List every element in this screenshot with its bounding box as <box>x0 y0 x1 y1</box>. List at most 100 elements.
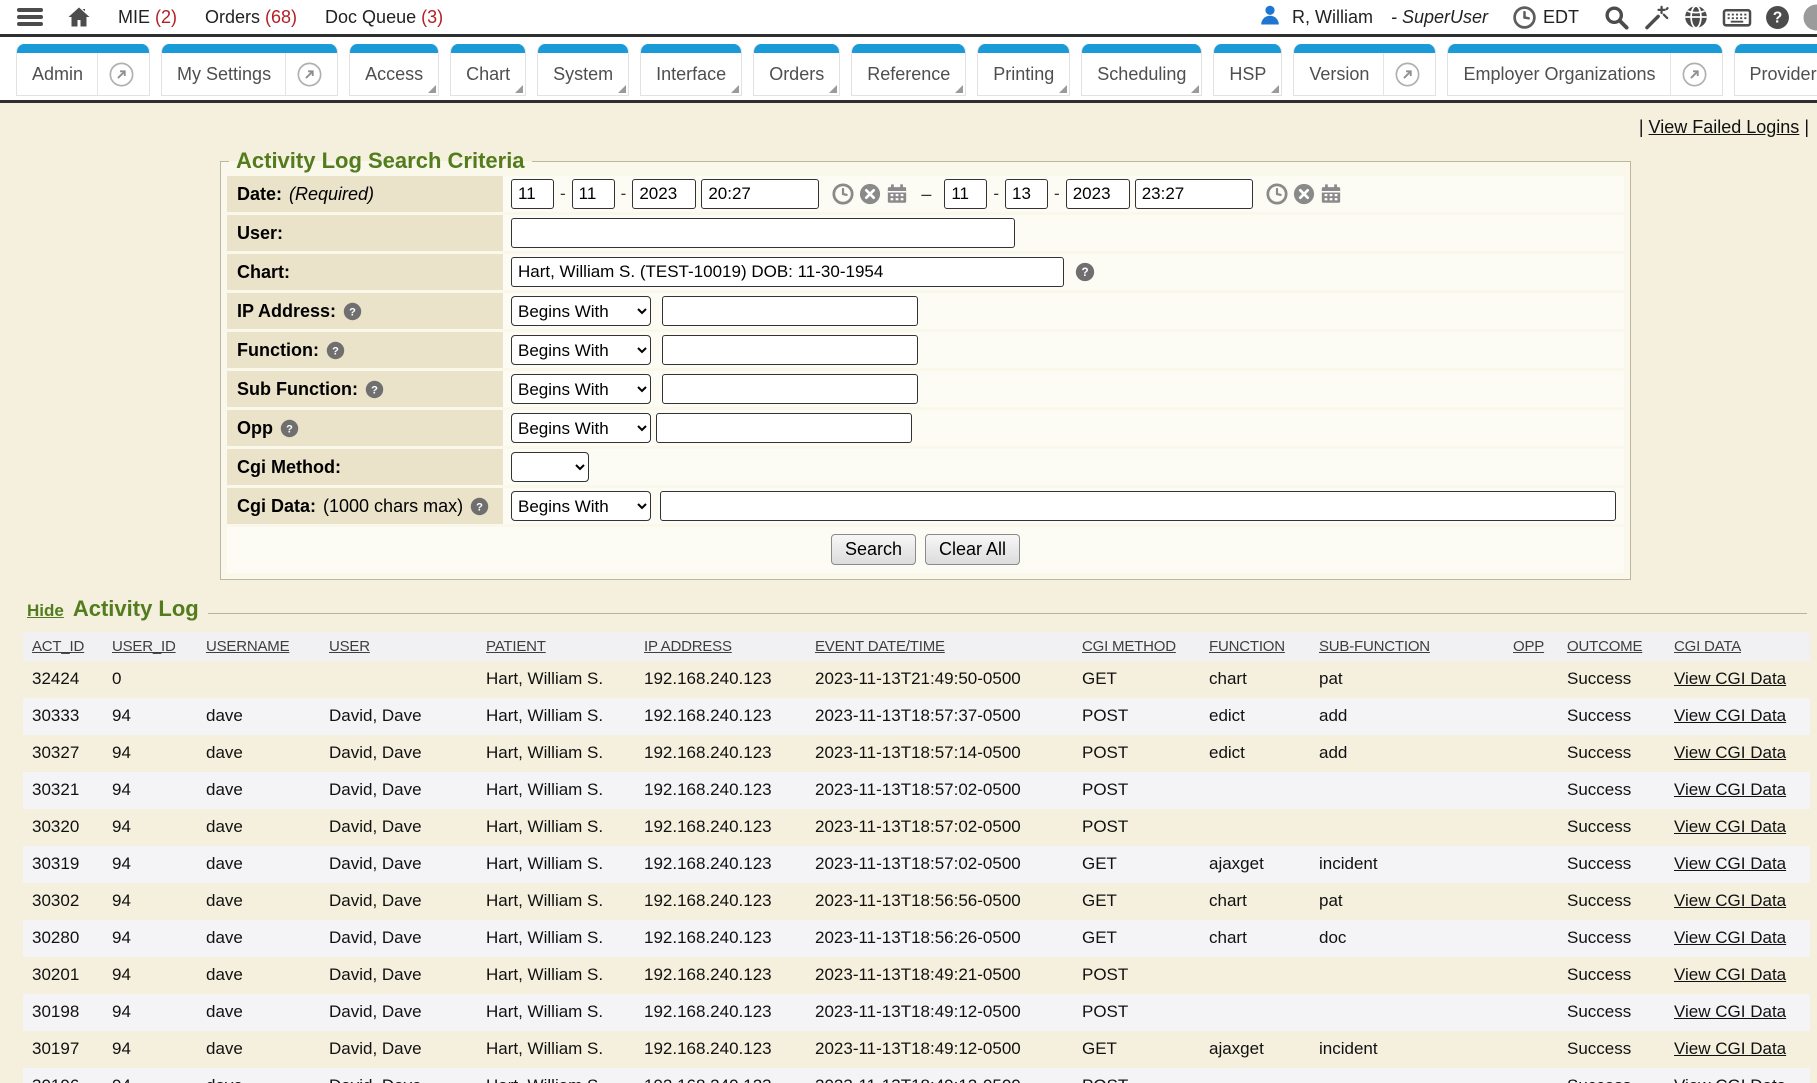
hamburger-menu-icon[interactable] <box>16 5 44 29</box>
table-row: 30320 94 dave David, Dave Hart, William … <box>23 809 1810 846</box>
help-icon[interactable]: ? <box>343 302 362 321</box>
column-header[interactable]: EVENT DATE/TIME <box>815 638 945 655</box>
view-cgi-data-link[interactable]: View CGI Data <box>1674 965 1786 984</box>
user-input[interactable] <box>511 218 1015 248</box>
column-header[interactable]: SUB-FUNCTION <box>1319 638 1430 655</box>
view-cgi-data-link[interactable]: View CGI Data <box>1674 669 1786 688</box>
tab-printing[interactable]: Printing <box>977 44 1070 96</box>
tab-admin[interactable]: Admin <box>16 44 150 96</box>
tab-system[interactable]: System <box>537 44 629 96</box>
view-cgi-data-link[interactable]: View CGI Data <box>1674 743 1786 762</box>
tab-access[interactable]: Access <box>349 44 439 96</box>
hide-link[interactable]: Hide <box>27 601 64 621</box>
cgi-method-select[interactable] <box>511 452 589 482</box>
clear-date-icon[interactable] <box>1293 183 1315 205</box>
wand-icon[interactable] <box>1643 4 1670 31</box>
clear-all-button[interactable]: Clear All <box>925 534 1020 565</box>
help-icon[interactable]: ? <box>470 497 489 516</box>
home-icon[interactable] <box>66 5 92 29</box>
avatar-circle[interactable] <box>1803 4 1817 31</box>
function-input[interactable] <box>662 335 918 365</box>
nav-doc-queue[interactable]: Doc Queue (3) <box>325 7 443 28</box>
cell-outcome: Success <box>1567 735 1674 772</box>
help-icon[interactable]: ? <box>1765 5 1790 30</box>
sub-function-input[interactable] <box>662 374 918 404</box>
date-to-day-input[interactable] <box>1005 179 1048 209</box>
column-header[interactable]: USER_ID <box>112 638 176 655</box>
tab-interface[interactable]: Interface <box>640 44 742 96</box>
search-button[interactable]: Search <box>831 534 916 565</box>
cell-cgi-method: GET <box>1082 661 1209 698</box>
opp-input[interactable] <box>656 413 912 443</box>
column-header[interactable]: USER <box>329 638 370 655</box>
time-picker-icon[interactable] <box>832 183 854 205</box>
help-icon[interactable]: ? <box>280 419 299 438</box>
cgi-data-match-select[interactable]: Begins With <box>511 491 651 521</box>
view-cgi-data-link[interactable]: View CGI Data <box>1674 1039 1786 1058</box>
cell-ip-address: 192.168.240.123 <box>644 735 815 772</box>
calendar-icon[interactable] <box>886 183 908 205</box>
help-icon[interactable]: ? <box>326 341 345 360</box>
view-failed-logins-link[interactable]: View Failed Logins <box>1649 117 1800 137</box>
function-match-select[interactable]: Begins With <box>511 335 651 365</box>
column-header[interactable]: CGI DATA <box>1674 638 1741 655</box>
view-cgi-data-link[interactable]: View CGI Data <box>1674 854 1786 873</box>
opp-match-select[interactable]: Begins With <box>511 413 651 443</box>
cell-user-id: 0 <box>112 661 206 698</box>
nav-orders[interactable]: Orders (68) <box>205 7 297 28</box>
tab-hsp[interactable]: HSP <box>1213 44 1282 96</box>
column-header[interactable]: ACT_ID <box>32 638 84 655</box>
cell-ip-address: 192.168.240.123 <box>644 846 815 883</box>
cell-user-id: 94 <box>112 772 206 809</box>
search-icon[interactable] <box>1603 4 1630 31</box>
help-icon[interactable]: ? <box>365 380 384 399</box>
date-to-month-input[interactable] <box>944 179 987 209</box>
time-picker-icon[interactable] <box>1266 183 1288 205</box>
date-to-year-input[interactable] <box>1066 179 1130 209</box>
tab-employer-organizations[interactable]: Employer Organizations <box>1447 44 1722 96</box>
external-link-icon[interactable] <box>1670 53 1707 95</box>
ip-address-match-select[interactable]: Begins With <box>511 296 651 326</box>
chart-input[interactable] <box>511 257 1064 287</box>
keyboard-icon[interactable] <box>1722 5 1752 30</box>
tab-version[interactable]: Version <box>1293 44 1436 96</box>
external-link-icon[interactable] <box>97 53 134 95</box>
clear-date-icon[interactable] <box>859 183 881 205</box>
tab-reference[interactable]: Reference <box>851 44 966 96</box>
view-cgi-data-link[interactable]: View CGI Data <box>1674 706 1786 725</box>
sub-function-match-select[interactable]: Begins With <box>511 374 651 404</box>
external-link-icon[interactable] <box>285 53 322 95</box>
view-cgi-data-link[interactable]: View CGI Data <box>1674 928 1786 947</box>
date-from-time-input[interactable] <box>701 179 819 209</box>
cgi-data-input[interactable] <box>660 491 1616 521</box>
date-from-day-input[interactable] <box>572 179 615 209</box>
tab-my-settings[interactable]: My Settings <box>161 44 338 96</box>
tab-chart[interactable]: Chart <box>450 44 526 96</box>
tab-scheduling[interactable]: Scheduling <box>1081 44 1202 96</box>
column-header[interactable]: IP ADDRESS <box>644 638 732 655</box>
date-from-year-input[interactable] <box>632 179 696 209</box>
calendar-icon[interactable] <box>1320 183 1342 205</box>
view-cgi-data-link[interactable]: View CGI Data <box>1674 1002 1786 1021</box>
tab-provider-management[interactable]: Provider Management <box>1734 44 1817 96</box>
column-header[interactable]: CGI METHOD <box>1082 638 1176 655</box>
external-link-icon[interactable] <box>1383 53 1420 95</box>
form-row-chart: Chart: ? <box>227 254 1624 290</box>
date-from-month-input[interactable] <box>511 179 554 209</box>
ip-address-input[interactable] <box>662 296 918 326</box>
column-header[interactable]: PATIENT <box>486 638 546 655</box>
column-header[interactable]: USERNAME <box>206 638 289 655</box>
view-cgi-data-link[interactable]: View CGI Data <box>1674 891 1786 910</box>
column-header[interactable]: FUNCTION <box>1209 638 1285 655</box>
date-to-time-input[interactable] <box>1135 179 1253 209</box>
view-cgi-data-link[interactable]: View CGI Data <box>1674 817 1786 836</box>
help-icon[interactable]: ? <box>1075 262 1095 282</box>
tab-orders[interactable]: Orders <box>753 44 840 96</box>
form-row-date: Date:(Required) - - – - - <box>227 176 1624 212</box>
nav-mie[interactable]: MIE (2) <box>118 7 177 28</box>
globe-icon[interactable] <box>1683 4 1709 30</box>
view-cgi-data-link[interactable]: View CGI Data <box>1674 780 1786 799</box>
view-cgi-data-link[interactable]: View CGI Data <box>1674 1076 1786 1083</box>
column-header[interactable]: OUTCOME <box>1567 638 1642 655</box>
column-header[interactable]: OPP <box>1513 638 1544 655</box>
